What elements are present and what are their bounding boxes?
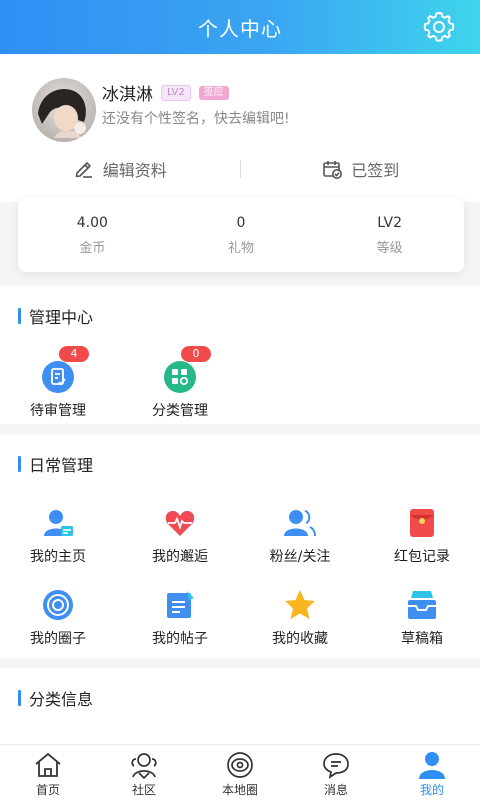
daily-section: 日常管理 我的主页 我的邂逅 粉丝/关注 红包记录 我的圈子 我的帖子 我的收藏… [0, 434, 480, 658]
community-icon [128, 751, 160, 779]
local-circle-icon [224, 751, 256, 779]
tab-profile-label: 我的 [419, 783, 444, 797]
drafts-label: 草稿箱 [401, 631, 443, 647]
edit-profile-button[interactable]: 编辑资料 [0, 157, 240, 181]
my-encounter-label: 我的邂逅 [152, 549, 208, 565]
tab-profile[interactable]: 我的 [384, 745, 480, 800]
checkin-label: 已签到 [351, 161, 400, 180]
signature-text[interactable]: 还没有个性签名，快去编辑吧! [102, 108, 290, 128]
pending-review-item[interactable]: 4 待审管理 [8, 346, 108, 420]
category-count-badge: 0 [181, 346, 211, 362]
management-section: 管理中心 4 待审管理 0 分类管理 [0, 286, 480, 424]
section-accent-bar [18, 456, 21, 472]
pencil-icon [75, 162, 92, 178]
profile-card: 冰淇淋 LV2 签应 还没有个性签名，快去编辑吧! 编辑资料 已签到 [0, 54, 480, 202]
tab-community-label: 社区 [131, 783, 156, 797]
red-packet-item[interactable]: 红包记录 [372, 506, 472, 566]
calendar-check-icon [323, 161, 343, 179]
red-envelope-icon [405, 506, 439, 540]
stat-value: 4.00 [76, 214, 108, 231]
tab-community[interactable]: 社区 [96, 745, 192, 800]
post-edit-icon [163, 588, 197, 622]
my-homepage-item[interactable]: 我的主页 [8, 506, 108, 566]
gear-icon[interactable] [422, 10, 456, 44]
top-bar: 个人中心 [0, 0, 480, 54]
username: 冰淇淋 [102, 85, 153, 105]
stat-coins[interactable]: 4.00 金币 [18, 198, 167, 272]
pending-count-badge: 4 [59, 346, 89, 362]
username-row: 冰淇淋 LV2 签应 [102, 80, 229, 105]
review-doc-icon: 4 [41, 346, 89, 394]
my-posts-item[interactable]: 我的帖子 [130, 588, 230, 648]
tab-local-circle-label: 本地圈 [221, 783, 258, 797]
stat-value: LV2 [377, 214, 403, 231]
tab-messages[interactable]: 消息 [288, 745, 384, 800]
red-packet-label: 红包记录 [394, 549, 450, 565]
message-icon [320, 751, 352, 779]
tab-home[interactable]: 首页 [0, 745, 96, 800]
stat-label: 礼物 [228, 240, 255, 256]
level-tag: LV2 [161, 84, 191, 101]
my-circle-item[interactable]: 我的圈子 [8, 588, 108, 648]
tab-home-label: 首页 [35, 783, 60, 797]
stat-value: 0 [236, 214, 246, 231]
stat-level[interactable]: LV2 等级 [315, 198, 464, 272]
my-posts-label: 我的帖子 [152, 631, 208, 647]
drafts-item[interactable]: 草稿箱 [372, 588, 472, 648]
edit-profile-label: 编辑资料 [102, 161, 167, 180]
category-section: 分类信息 [0, 668, 480, 744]
star-icon [283, 588, 317, 622]
sign-tag: 签应 [198, 85, 229, 100]
stat-label: 等级 [376, 240, 403, 256]
heart-pulse-icon [163, 506, 197, 540]
my-homepage-label: 我的主页 [30, 549, 86, 565]
my-encounter-item[interactable]: 我的邂逅 [130, 506, 230, 566]
category-settings-icon: 0 [163, 346, 211, 394]
checkin-button[interactable]: 已签到 [241, 157, 480, 181]
section-accent-bar [18, 690, 21, 706]
user-card-icon [41, 506, 75, 540]
personal-center-page: 个人中心 冰淇淋 LV2 签应 还没有个性签名，快去编辑吧! 编辑资料 已签到 … [0, 0, 480, 800]
tab-messages-label: 消息 [323, 783, 348, 797]
tab-local-circle[interactable]: 本地圈 [192, 745, 288, 800]
category-title: 分类信息 [29, 690, 94, 709]
category-manage-item[interactable]: 0 分类管理 [130, 346, 230, 420]
bottom-tab-bar: 首页 社区 本地圈 消息 我的 [0, 744, 480, 800]
stat-gifts[interactable]: 0 礼物 [167, 198, 316, 272]
section-title: 分类信息 [18, 686, 93, 710]
category-manage-label: 分类管理 [152, 403, 208, 419]
page-title: 个人中心 [198, 16, 282, 41]
section-title: 日常管理 [18, 452, 93, 476]
my-favorites-item[interactable]: 我的收藏 [250, 588, 350, 648]
fans-follow-label: 粉丝/关注 [269, 549, 331, 565]
profile-icon [416, 751, 448, 779]
circle-target-icon [41, 588, 75, 622]
section-title: 管理中心 [18, 304, 93, 328]
profile-actions: 编辑资料 已签到 [0, 154, 480, 184]
my-circle-label: 我的圈子 [30, 631, 86, 647]
stats-card: 4.00 金币 0 礼物 LV2 等级 [18, 198, 464, 272]
my-favorites-label: 我的收藏 [272, 631, 328, 647]
fans-follow-item[interactable]: 粉丝/关注 [250, 506, 350, 566]
avatar[interactable] [32, 78, 96, 142]
section-accent-bar [18, 308, 21, 324]
stat-label: 金币 [79, 240, 106, 256]
daily-title: 日常管理 [29, 456, 94, 475]
management-title: 管理中心 [29, 308, 94, 327]
users-icon [283, 506, 317, 540]
home-icon [32, 751, 64, 779]
pending-review-label: 待审管理 [30, 403, 86, 419]
inbox-tray-icon [405, 588, 439, 622]
